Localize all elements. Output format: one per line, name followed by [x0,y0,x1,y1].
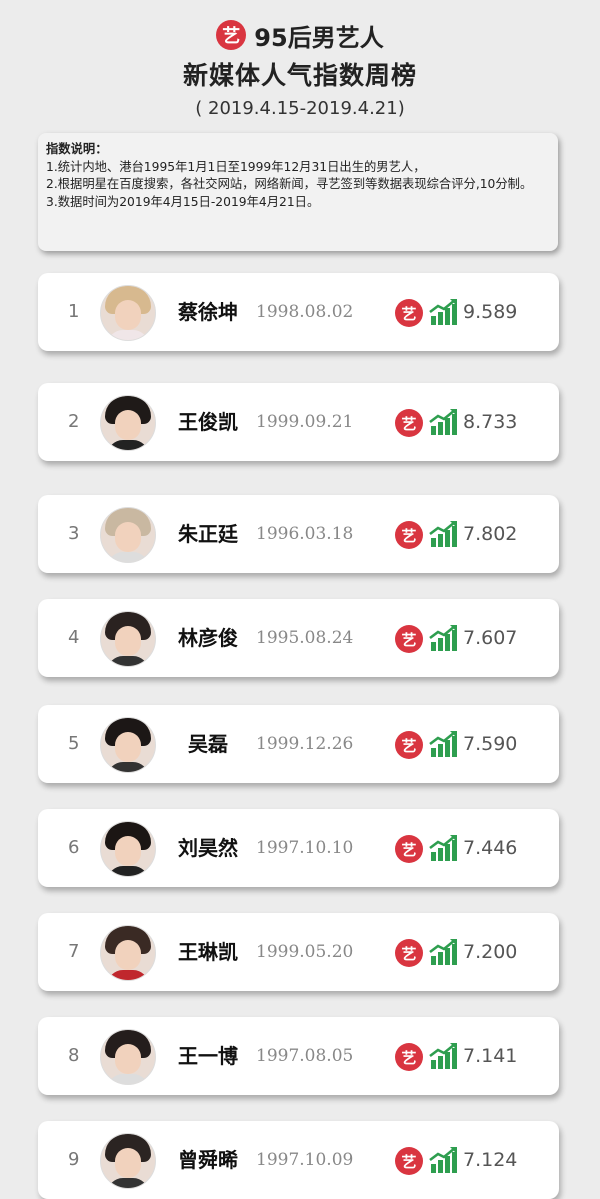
brand-logo-icon: 艺 [395,1043,423,1071]
popularity-score: 7.446 [463,837,518,859]
avatar[interactable] [100,285,156,341]
note-line-3: 3.数据时间为2019年4月15日-2019年4月21日。 [46,194,320,209]
ranking-card-3[interactable]: 3 朱正廷 1996.03.18 艺 7.802 [38,495,559,573]
artist-name[interactable]: 吴磊 [164,705,252,783]
page-title: 95后男艺人 [254,23,384,52]
page-subtitle: 新媒体人气指数周榜 [182,61,417,90]
avatar[interactable] [100,717,156,773]
ranking-card-4[interactable]: 4 林彦俊 1995.08.24 艺 7.607 [38,599,559,677]
rank-number: 3 [68,523,80,544]
brand-logo-icon: 艺 [395,299,423,327]
avatar[interactable] [100,1029,156,1085]
avatar[interactable] [100,507,156,563]
brand-logo-icon: 艺 [395,625,423,653]
birth-date: 1995.08.24 [256,628,354,648]
birth-date: 1998.08.02 [256,302,354,322]
rank-number: 2 [68,411,80,432]
rank-number: 6 [68,837,80,858]
avatar[interactable] [100,611,156,667]
birth-date: 1997.10.09 [256,1150,354,1170]
popularity-score: 7.141 [463,1045,518,1067]
artist-name[interactable]: 蔡徐坤 [164,273,252,351]
ranking-card-5[interactable]: 5 吴磊 1999.12.26 艺 7.590 [38,705,559,783]
title-block: 艺 95后男艺人 新媒体人气指数周榜 ( 2019.4.15-2019.4.21… [0,0,600,119]
popularity-score: 7.590 [463,733,518,755]
ranking-card-2[interactable]: 2 王俊凯 1999.09.21 艺 8.733 [38,383,559,461]
brand-logo-icon: 艺 [216,20,247,50]
note-line-1: 1.统计内地、港台1995年1月1日至1999年12月31日出生的男艺人， [46,159,426,174]
birth-date: 1997.08.05 [256,1046,354,1066]
artist-name[interactable]: 王一博 [164,1017,252,1095]
artist-name[interactable]: 刘昊然 [164,809,252,887]
avatar[interactable] [100,925,156,981]
popularity-score: 9.589 [463,301,518,323]
bar-trend-up-icon [429,298,457,325]
brand-logo-icon: 艺 [395,1147,423,1175]
bar-trend-up-icon [429,938,457,965]
rank-number: 4 [68,627,80,648]
brand-logo-icon: 艺 [395,835,423,863]
ranking-page: 艺 95后男艺人 新媒体人气指数周榜 ( 2019.4.15-2019.4.21… [0,0,600,1199]
brand-logo-icon: 艺 [395,409,423,437]
artist-name[interactable]: 林彦俊 [164,599,252,677]
bar-trend-up-icon [429,1146,457,1173]
avatar[interactable] [100,395,156,451]
popularity-score: 8.733 [463,411,518,433]
rank-number: 9 [68,1149,80,1170]
rank-number: 8 [68,1045,80,1066]
notes-heading: 指数说明： [46,142,108,156]
ranking-card-9[interactable]: 9 曾舜晞 1997.10.09 艺 7.124 [38,1121,559,1199]
birth-date: 1999.05.20 [256,942,354,962]
birth-date: 1997.10.10 [256,838,354,858]
brand-logo-icon: 艺 [395,521,423,549]
popularity-score: 7.124 [463,1149,518,1171]
birth-date: 1999.12.26 [256,734,354,754]
popularity-score: 7.802 [463,523,518,545]
birth-date: 1996.03.18 [256,524,354,544]
artist-name[interactable]: 王俊凯 [164,383,252,461]
ranking-card-1[interactable]: 1 蔡徐坤 1998.08.02 艺 9.589 [38,273,559,351]
rank-number: 7 [68,941,80,962]
bar-trend-up-icon [429,730,457,757]
bar-trend-up-icon [429,520,457,547]
popularity-score: 7.607 [463,627,518,649]
artist-name[interactable]: 朱正廷 [164,495,252,573]
artist-name[interactable]: 曾舜晞 [164,1121,252,1199]
title-line: 艺 95后男艺人 [0,18,600,52]
bar-trend-up-icon [429,834,457,861]
ranking-card-7[interactable]: 7 王琳凯 1999.05.20 艺 7.200 [38,913,559,991]
brand-logo-icon: 艺 [395,939,423,967]
avatar[interactable] [100,1133,156,1189]
bar-trend-up-icon [429,1042,457,1069]
popularity-score: 7.200 [463,941,518,963]
bar-trend-up-icon [429,408,457,435]
ranking-card-6[interactable]: 6 刘昊然 1997.10.10 艺 7.446 [38,809,559,887]
brand-logo-icon: 艺 [395,731,423,759]
date-range: ( 2019.4.15-2019.4.21) [195,98,405,119]
rank-number: 5 [68,733,80,754]
artist-name[interactable]: 王琳凯 [164,913,252,991]
bar-trend-up-icon [429,624,457,651]
birth-date: 1999.09.21 [256,412,354,432]
ranking-card-8[interactable]: 8 王一博 1997.08.05 艺 7.141 [38,1017,559,1095]
rank-number: 1 [68,301,80,322]
index-notes: 指数说明： 1.统计内地、港台1995年1月1日至1999年12月31日出生的男… [38,133,558,251]
avatar[interactable] [100,821,156,877]
note-line-2: 2.根据明星在百度搜索，各社交网站，网络新闻，寻艺签到等数据表现综合评分,10分… [46,177,533,191]
